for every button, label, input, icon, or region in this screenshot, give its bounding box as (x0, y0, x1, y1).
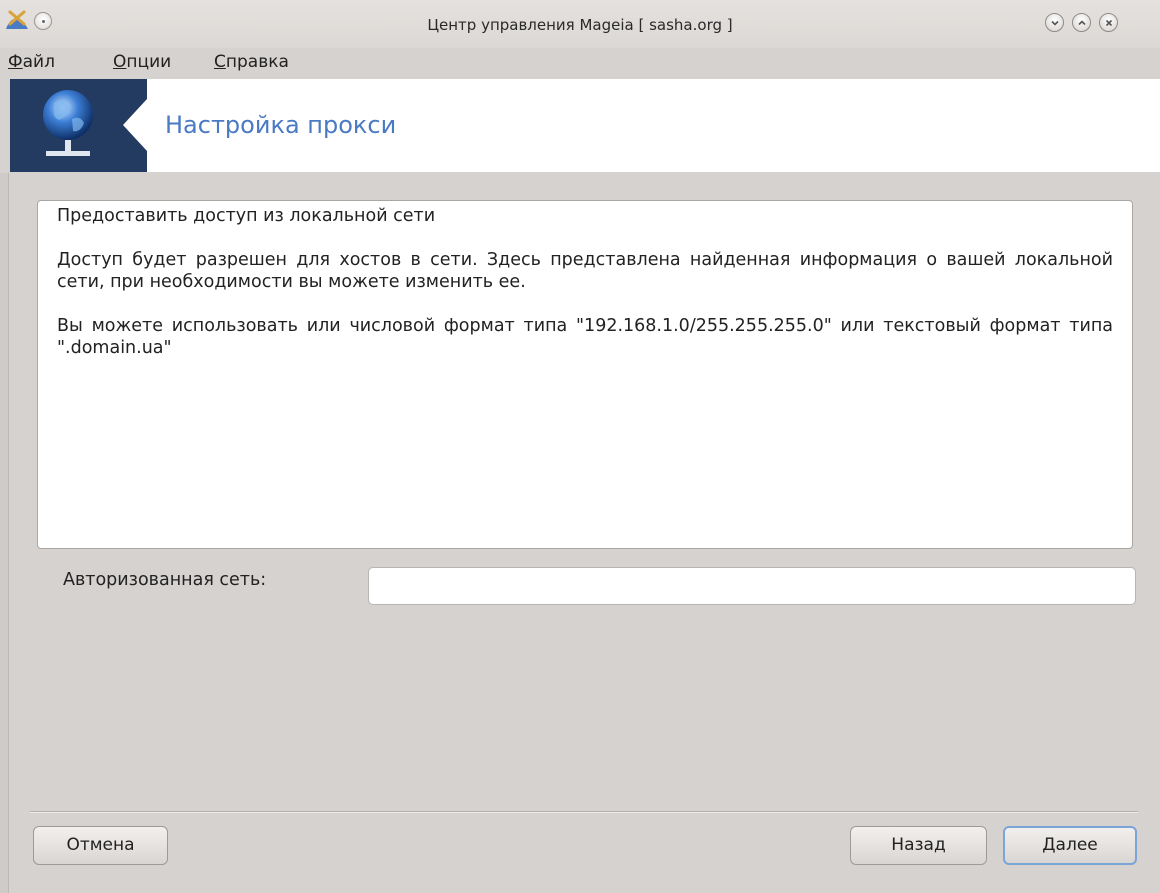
menu-options[interactable]: Опции (113, 52, 171, 72)
info-heading: Предоставить доступ из локальной сети (57, 206, 436, 226)
menu-help[interactable]: Справка (214, 52, 289, 72)
authorized-network-label: Авторизованная сеть: (63, 570, 267, 590)
header-banner: Настройка прокси (10, 79, 1160, 172)
window-left-edge (0, 173, 9, 893)
menu-file[interactable]: Файл (8, 52, 55, 72)
minimize-icon (1050, 20, 1059, 26)
maximize-button[interactable] (1072, 13, 1091, 32)
window-title: Центр управления Mageia [ sasha.org ] (427, 16, 733, 34)
minimize-button[interactable] (1045, 13, 1064, 32)
button-separator (30, 811, 1138, 813)
info-paragraph-1: Доступ будет разрешен для хостов в сети.… (57, 250, 1113, 292)
page-title: Настройка прокси (165, 111, 397, 139)
cancel-button[interactable]: Отмена (33, 826, 168, 865)
info-text-area: Предоставить доступ из локальной сети До… (37, 200, 1133, 549)
close-icon (1105, 19, 1112, 27)
next-button[interactable]: Далее (1003, 826, 1137, 865)
close-button[interactable] (1099, 13, 1118, 32)
menu-bar: Файл Опции Справка (0, 48, 1160, 78)
authorized-network-input[interactable] (368, 567, 1136, 605)
info-paragraph-2: Вы можете использовать или числовой форм… (57, 316, 1113, 358)
title-bar: Центр управления Mageia [ sasha.org ] (0, 0, 1160, 48)
banner-notch (123, 99, 147, 151)
back-button[interactable]: Назад (850, 826, 987, 865)
maximize-icon (1077, 20, 1086, 26)
